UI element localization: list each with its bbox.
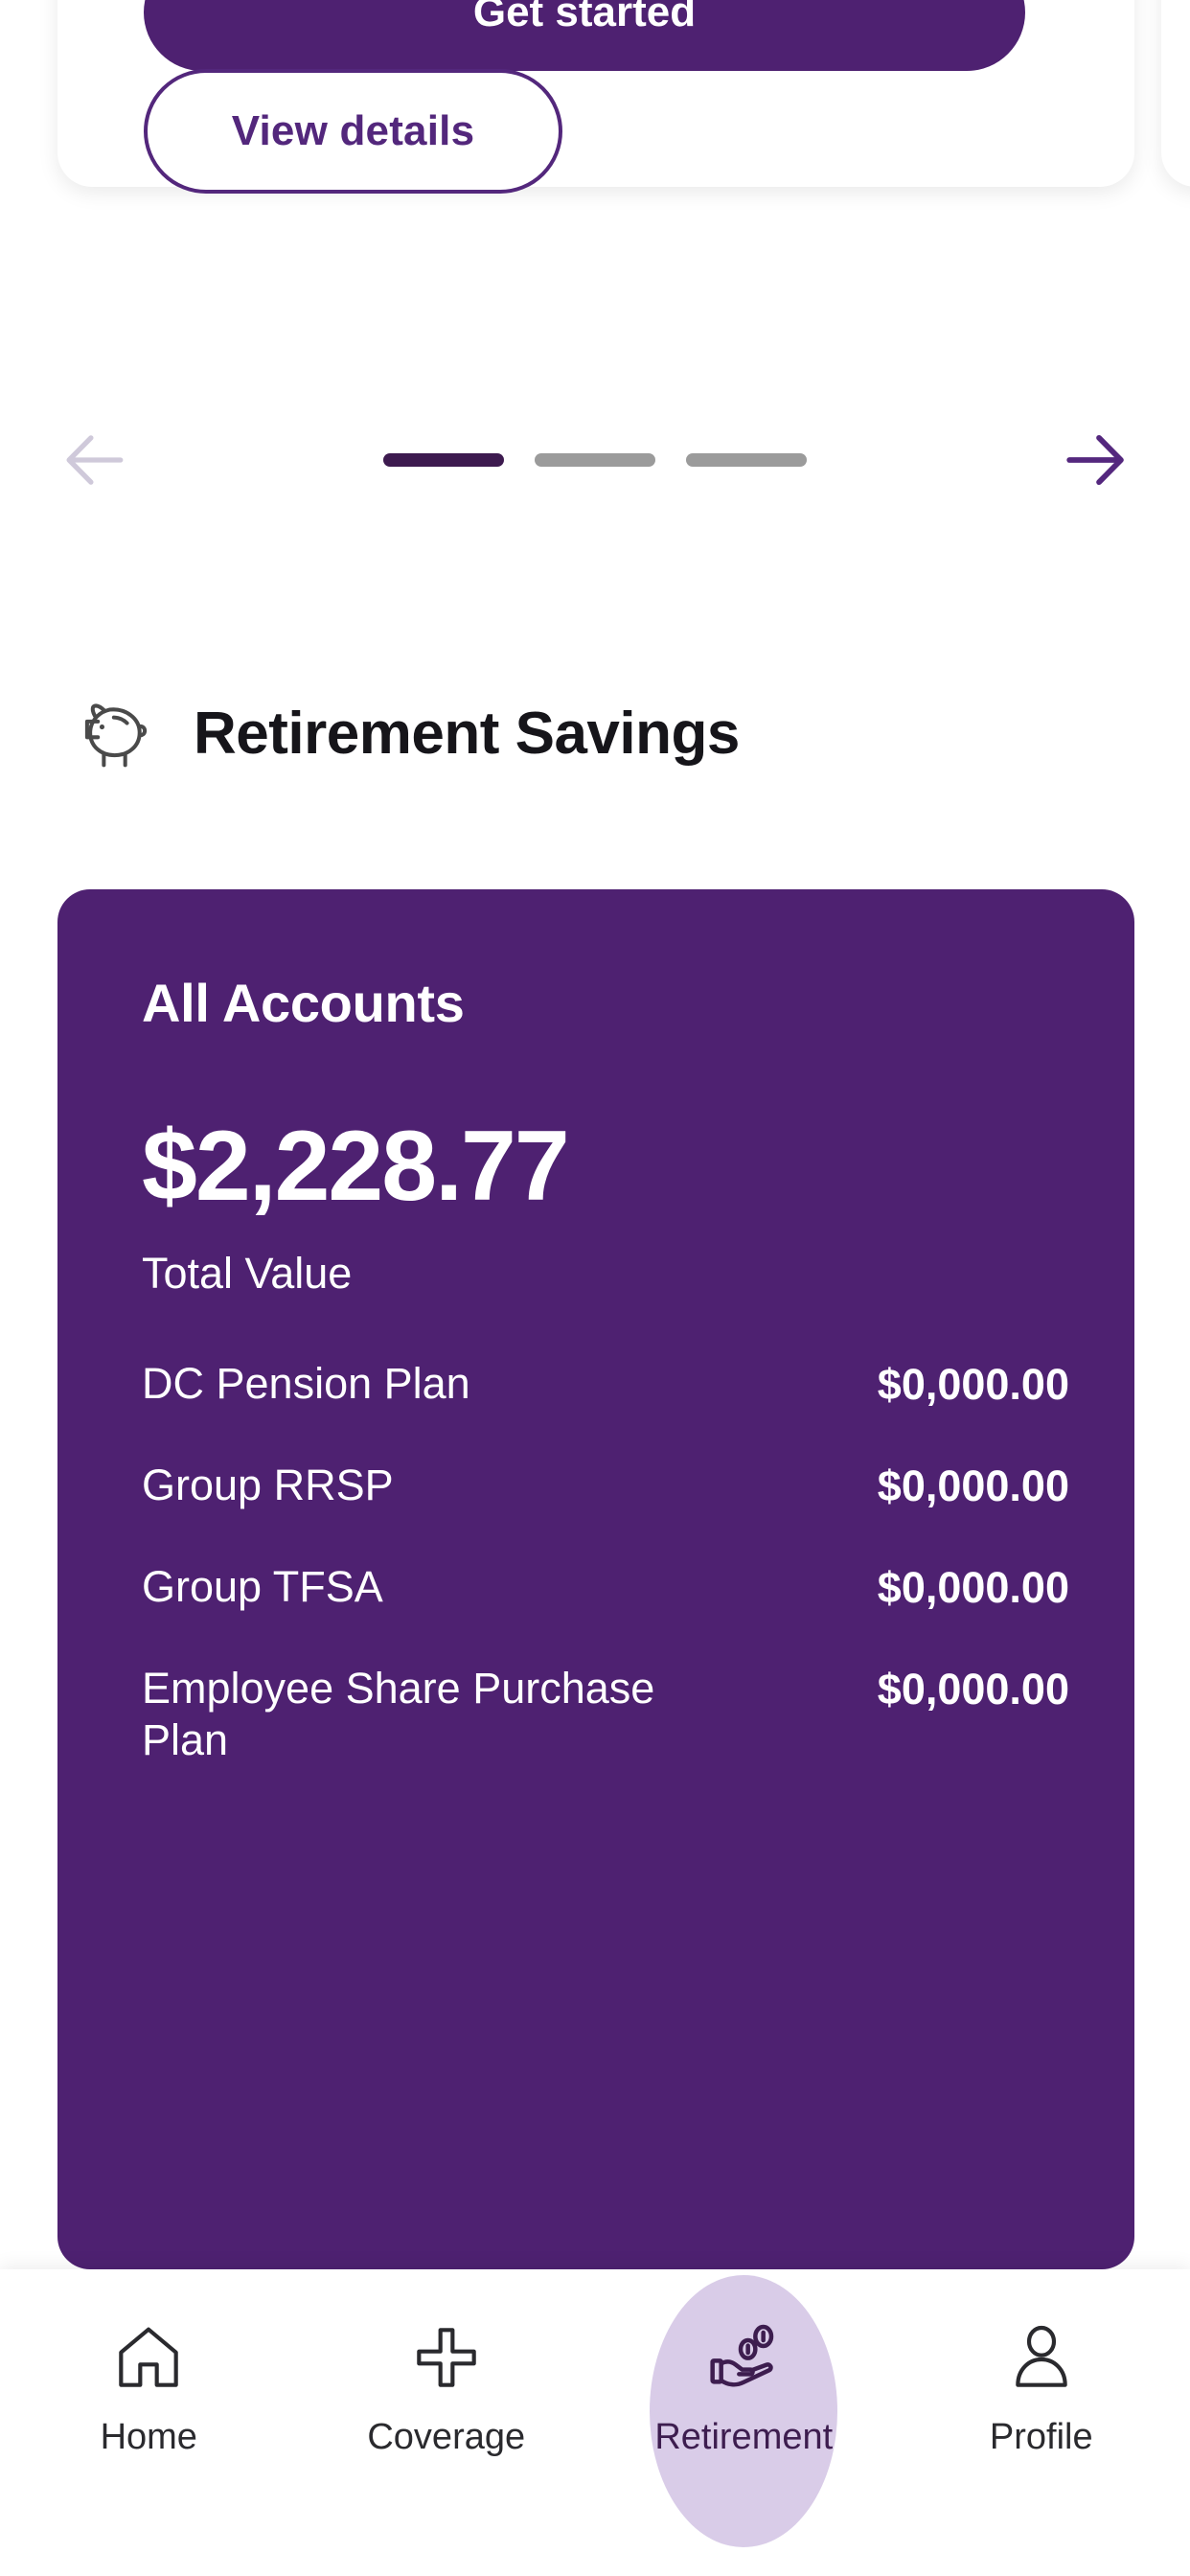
carousel-dot-indicators xyxy=(383,453,807,467)
home-icon xyxy=(106,2315,191,2400)
account-amount: $0,000.00 xyxy=(877,1360,1069,1409)
account-name: Group RRSP xyxy=(142,1460,394,1509)
all-accounts-card[interactable]: All Accounts $2,228.77 Total Value DC Pe… xyxy=(57,889,1134,2269)
piggy-bank-icon xyxy=(75,692,157,774)
nav-item-profile[interactable]: Profile xyxy=(931,2315,1152,2517)
carousel-navigation xyxy=(0,412,1190,508)
nav-label-profile: Profile xyxy=(989,2417,1093,2457)
nav-label-coverage: Coverage xyxy=(367,2417,526,2457)
carousel-dot-2[interactable] xyxy=(535,453,655,467)
app-screen: Get started View details Retirement Savi… xyxy=(0,0,1190,2576)
account-amount: $0,000.00 xyxy=(877,1563,1069,1612)
carousel-prev-button[interactable] xyxy=(50,416,138,504)
bottom-navigation-bar: Home Coverage Retirement Profile xyxy=(0,2269,1190,2576)
view-details-button[interactable]: View details xyxy=(144,69,562,194)
account-row[interactable]: Group TFSA $0,000.00 xyxy=(142,1561,1069,1613)
account-amount: $0,000.00 xyxy=(877,1665,1069,1714)
carousel-dot-1[interactable] xyxy=(383,453,504,467)
accounts-list: DC Pension Plan $0,000.00 Group RRSP $0,… xyxy=(142,1358,1069,1766)
carousel-next-button[interactable] xyxy=(1052,416,1140,504)
carousel-card-current[interactable]: Get started View details xyxy=(57,0,1134,194)
carousel-dot-3[interactable] xyxy=(686,453,807,467)
nav-item-home[interactable]: Home xyxy=(38,2315,259,2517)
retirement-savings-heading: Retirement Savings xyxy=(75,692,740,774)
nav-label-home: Home xyxy=(100,2417,197,2457)
hand-coins-icon xyxy=(701,2315,786,2400)
account-row[interactable]: Group RRSP $0,000.00 xyxy=(142,1460,1069,1511)
benefits-carousel: Get started View details xyxy=(0,0,1190,331)
account-row[interactable]: Employee Share Purchase Plan $0,000.00 xyxy=(142,1663,1069,1766)
nav-item-coverage[interactable]: Coverage xyxy=(336,2315,557,2517)
total-value-label: Total Value xyxy=(142,1249,353,1298)
get-started-button[interactable]: Get started xyxy=(144,0,1025,71)
person-icon xyxy=(999,2315,1084,2400)
total-value-amount: $2,228.77 xyxy=(142,1111,570,1222)
nav-label-retirement: Retirement xyxy=(654,2417,834,2457)
account-amount: $0,000.00 xyxy=(877,1461,1069,1510)
account-name: Group TFSA xyxy=(142,1562,383,1611)
carousel-card-next[interactable] xyxy=(1161,0,1190,187)
section-title: Retirement Savings xyxy=(194,700,740,767)
accounts-card-title: All Accounts xyxy=(142,973,465,1033)
account-name: Employee Share Purchase Plan xyxy=(142,1664,655,1764)
arrow-right-icon xyxy=(1061,425,1132,495)
arrow-left-icon xyxy=(58,425,129,495)
plus-icon xyxy=(404,2315,489,2400)
account-name: DC Pension Plan xyxy=(142,1359,470,1408)
account-row[interactable]: DC Pension Plan $0,000.00 xyxy=(142,1358,1069,1410)
nav-item-retirement[interactable]: Retirement xyxy=(633,2275,854,2547)
